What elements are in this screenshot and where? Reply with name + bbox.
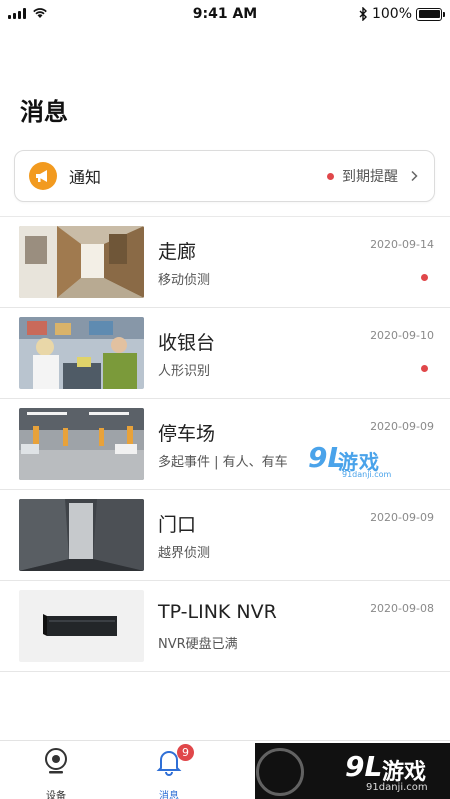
page-title: 消息 <box>20 98 68 126</box>
watermark-logo-num: 9L <box>345 750 383 783</box>
message-row-cashier[interactable]: 收银台 人形识别 2020-09-10 <box>0 308 450 399</box>
megaphone-icon <box>29 162 57 190</box>
message-date: 2020-09-09 <box>370 420 434 433</box>
chevron-right-icon <box>411 170 418 182</box>
message-row-nvr[interactable]: TP-LINK NVR NVR硬盘已满 2020-09-08 <box>0 581 450 672</box>
message-subtitle: 移动侦测 <box>158 273 211 288</box>
thumbnail-corridor <box>19 226 144 298</box>
message-subtitle: 越界侦测 <box>158 546 211 561</box>
status-right: 100% <box>359 6 445 22</box>
watermark-logo-url: 91danji.com <box>342 470 392 479</box>
message-title: 门口 <box>158 514 197 536</box>
tab-label: 设备 <box>46 791 66 799</box>
status-bar: 9:41 AM 100% <box>0 0 450 28</box>
tab-label: 消息 <box>159 791 179 799</box>
bluetooth-icon <box>359 7 367 21</box>
message-row-corridor[interactable]: 走廊 移动侦测 2020-09-14 <box>0 217 450 308</box>
unread-dot <box>421 274 428 281</box>
tab-messages[interactable]: 9 消息 <box>129 744 209 799</box>
thumbnail-parking <box>19 408 144 480</box>
camera-icon <box>43 748 69 774</box>
message-date: 2020-09-09 <box>370 511 434 524</box>
message-row-doorway[interactable]: 门口 越界侦测 2020-09-09 <box>0 490 450 581</box>
thumbnail-cashier <box>19 317 144 389</box>
message-subtitle: 多起事件 | 有人、有车 <box>158 455 288 470</box>
watermark-logo-url: 91danji.com <box>366 782 428 793</box>
unread-dot <box>421 365 428 372</box>
message-title: TP-LINK NVR <box>158 601 277 623</box>
message-subtitle: 人形识别 <box>158 364 211 379</box>
unread-dot <box>327 172 334 180</box>
bell-icon: 9 <box>156 744 194 776</box>
battery-icon <box>416 7 445 21</box>
message-title: 走廊 <box>158 241 197 263</box>
thumbnail-doorway <box>19 499 144 571</box>
message-subtitle: NVR硬盘已满 <box>158 637 238 652</box>
expiry-reminder: 到期提醒 <box>342 169 398 185</box>
message-date: 2020-09-10 <box>370 329 434 342</box>
notice-card[interactable]: 通知 到期提醒 <box>14 150 435 202</box>
notice-label: 通知 <box>69 168 102 187</box>
message-list: 走廊 移动侦测 2020-09-14 收银台 人形识别 2020-09-10 停… <box>0 217 450 672</box>
unread-count-badge: 9 <box>177 744 194 761</box>
watermark-circle <box>256 748 304 796</box>
message-title: 停车场 <box>158 423 216 445</box>
message-date: 2020-09-08 <box>370 602 434 615</box>
battery-percent: 100% <box>371 6 412 22</box>
message-title: 收银台 <box>158 332 216 354</box>
tab-devices[interactable]: 设备 <box>16 748 96 799</box>
thumbnail-nvr <box>19 590 144 662</box>
message-date: 2020-09-14 <box>370 238 434 251</box>
